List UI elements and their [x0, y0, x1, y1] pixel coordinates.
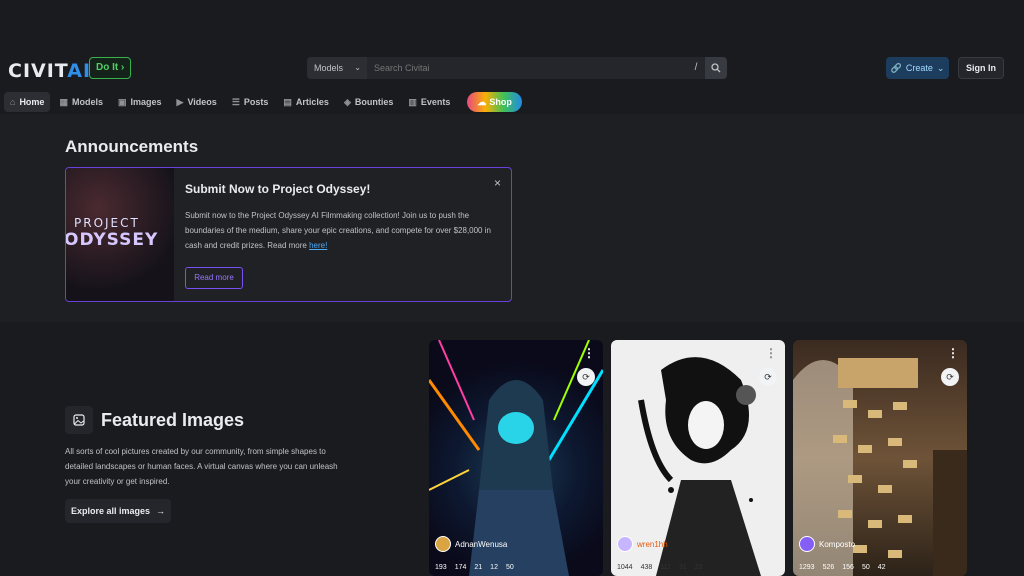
cry-count: 12: [490, 564, 498, 571]
image-stats: 193 174 21 12 50: [435, 564, 514, 571]
top-spacer: [0, 0, 1024, 46]
bounties-icon: ◈: [343, 96, 351, 107]
remix-icon[interactable]: ⟳: [759, 368, 777, 386]
featured-image-card[interactable]: ⋮ ⟳ AdnanWenusa 193 174 21 12 50: [429, 340, 603, 576]
images-icon: ▣: [117, 96, 127, 107]
search-type-select[interactable]: Models ⌄: [307, 57, 367, 79]
announcement-title: Submit Now to Project Odyssey!: [185, 182, 371, 196]
more-options-icon[interactable]: ⋮: [947, 346, 959, 360]
close-icon[interactable]: ×: [494, 176, 501, 190]
link-icon: 🔗: [890, 62, 902, 73]
search-icon: [711, 63, 721, 73]
buzz-count: 193: [435, 564, 447, 571]
laugh-count: 111: [660, 564, 671, 571]
remix-icon[interactable]: ⟳: [941, 368, 959, 386]
explore-images-button[interactable]: Explore all images →: [65, 499, 171, 523]
like-count: 23: [694, 564, 703, 571]
image-icon: [65, 406, 93, 434]
image-stats: 1044 438 111 31 23: [617, 564, 703, 571]
buzz-count: 1044: [617, 564, 633, 571]
featured-image-card[interactable]: ⋮ ⟳ Komposto 1293 526 156 50 42: [793, 340, 967, 576]
nav-events[interactable]: ▥ Events: [402, 92, 456, 112]
heart-count: 438: [640, 564, 653, 571]
videos-icon: ▶: [176, 96, 184, 107]
sign-in-button[interactable]: Sign In: [958, 57, 1004, 79]
header: CIVITAI Do It › Models⌄ / 🔗Create⌄ Sign …: [0, 46, 1024, 90]
featured-image-card[interactable]: ⋮ ⟳ wren1hh 1044 438 111 31 23: [611, 340, 785, 576]
image-author[interactable]: wren1hh: [617, 536, 668, 552]
buzz-count: 1293: [799, 564, 815, 571]
shortcut-hint: /: [694, 62, 698, 73]
image-author[interactable]: AdnanWenusa: [435, 536, 507, 552]
nav-videos[interactable]: ▶ Videos: [171, 92, 223, 112]
laugh-count: 21: [474, 564, 483, 571]
featured-description: All sorts of cool pictures created by ou…: [65, 447, 338, 486]
chevron-down-icon: ⌄: [936, 62, 945, 73]
image-stats: 1293 526 156 50 42: [799, 564, 886, 571]
posts-icon: ☰: [231, 96, 240, 107]
announcements-heading: Announcements: [65, 137, 199, 156]
do-it-button[interactable]: Do It ›: [89, 57, 132, 79]
civitai-logo[interactable]: CIVITAI: [8, 60, 91, 82]
events-icon: ▥: [408, 96, 417, 107]
search-button[interactable]: [705, 57, 727, 79]
cry-count: 31: [678, 564, 687, 571]
announcement-card: PROJECT ODYSSEY Submit Now to Project Od…: [65, 167, 512, 302]
nav-models[interactable]: ▦ Models: [53, 92, 109, 112]
search-bar: Models⌄ /: [307, 57, 727, 79]
read-more-button[interactable]: Read more: [185, 267, 243, 289]
like-count: 42: [877, 564, 886, 571]
nav-images[interactable]: ▣ Images: [112, 92, 168, 112]
featured-heading: Featured Images: [101, 410, 245, 430]
nav-posts[interactable]: ☰ Posts: [226, 92, 275, 112]
more-options-icon[interactable]: ⋮: [583, 346, 595, 360]
remix-icon[interactable]: ⟳: [577, 368, 595, 386]
main-nav: ⌂ Home ▦ Models ▣ Images ▶ Videos ☰ Posts ▤ Ar…: [0, 90, 1024, 114]
nav-home[interactable]: ⌂ Home: [4, 92, 51, 112]
nav-bounties[interactable]: ◈ Bounties: [338, 92, 399, 112]
articles-icon: ▤: [283, 96, 292, 107]
heart-count: 526: [822, 564, 835, 571]
announcement-text: Submit now to the Project Odyssey AI Fil…: [185, 211, 491, 250]
create-button[interactable]: 🔗 Create ⌄: [886, 57, 949, 79]
avatar: [799, 536, 815, 552]
avatar: [617, 536, 633, 552]
image-author[interactable]: Komposto: [799, 536, 855, 552]
chevron-down-icon: ⌄: [354, 63, 361, 72]
more-options-icon[interactable]: ⋮: [765, 346, 777, 360]
models-icon: ▦: [59, 96, 68, 107]
arrow-right-icon: →: [156, 506, 166, 516]
nav-articles[interactable]: ▤ Articles: [277, 92, 335, 112]
avatar: [435, 536, 451, 552]
heart-count: 174: [454, 564, 467, 571]
announcement-image: PROJECT ODYSSEY: [66, 168, 174, 301]
shop-button[interactable]: ☁ Shop: [467, 92, 522, 112]
search-input[interactable]: [367, 57, 687, 79]
cry-count: 50: [861, 564, 870, 571]
home-icon: ⌂: [10, 97, 16, 107]
laugh-count: 156: [842, 564, 854, 571]
shop-icon: ☁: [477, 96, 487, 107]
announcement-link[interactable]: here!: [309, 241, 327, 250]
like-count: 50: [505, 564, 514, 571]
